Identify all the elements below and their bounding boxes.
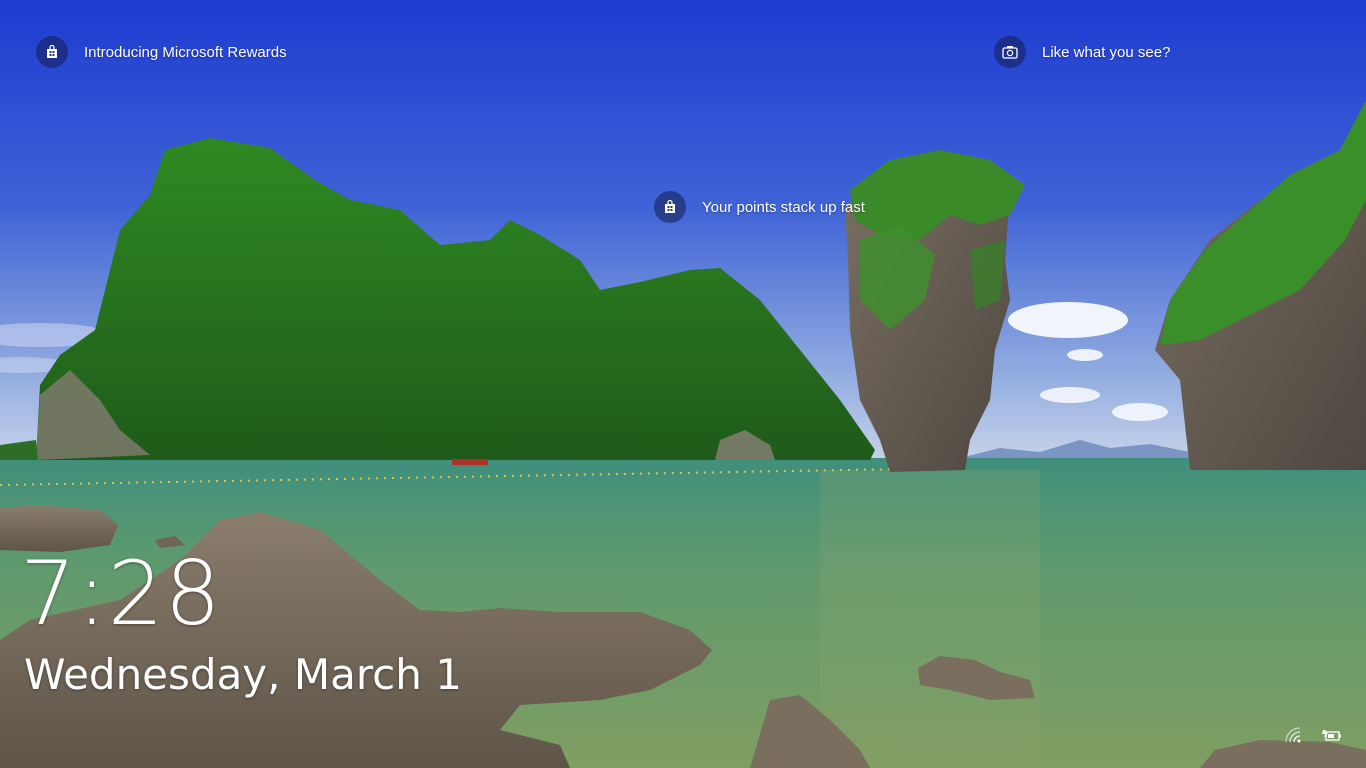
like-what-you-see-hotspot[interactable]: Like what you see? <box>994 36 1170 68</box>
rewards-hotspot[interactable]: Introducing Microsoft Rewards <box>36 36 287 68</box>
wifi-icon[interactable] <box>1284 726 1304 746</box>
battery-icon[interactable] <box>1322 726 1342 746</box>
lock-screen[interactable]: Introducing Microsoft Rewards Like what … <box>0 0 1366 768</box>
points-hint: Your points stack up fast <box>702 198 865 216</box>
lock-date: Wednesday, March 1 <box>24 650 462 699</box>
lock-clock: 7:28 <box>20 542 222 645</box>
camera-icon <box>994 36 1026 68</box>
points-hotspot[interactable]: Your points stack up fast <box>654 191 865 223</box>
store-bag-icon <box>654 191 686 223</box>
rewards-title: Introducing Microsoft Rewards <box>84 43 287 61</box>
store-bag-icon <box>36 36 68 68</box>
like-prompt: Like what you see? <box>1042 43 1171 61</box>
